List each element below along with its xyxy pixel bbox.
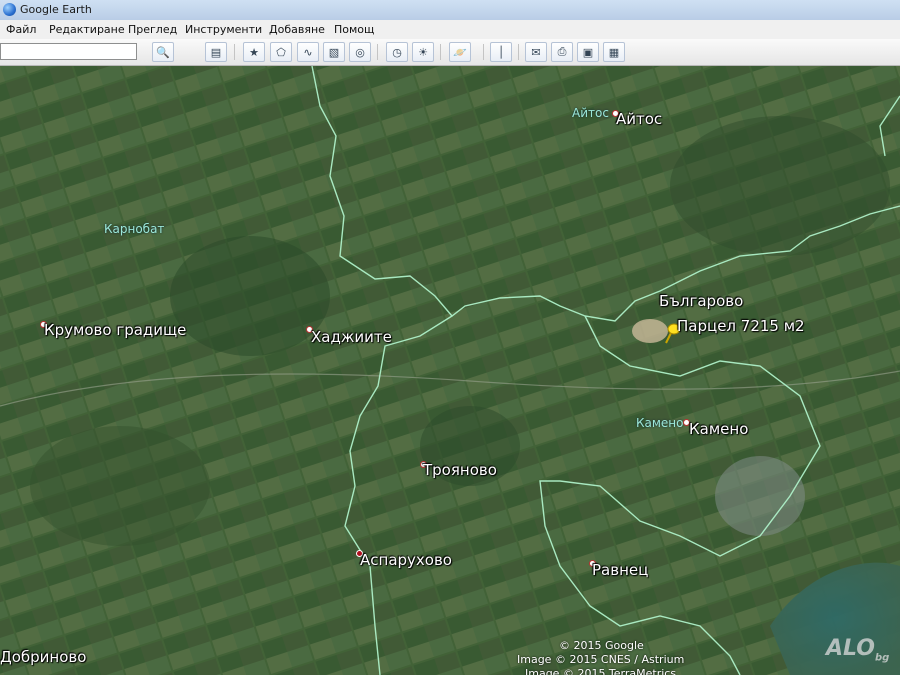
copyright-terrametrics: Image © 2015 TerraMetrics (525, 667, 677, 675)
place-label-kameno[interactable]: Камено (689, 420, 748, 438)
toolbar-divider (234, 44, 235, 60)
place-label-asparuhovo[interactable]: Аспарухово (360, 551, 452, 569)
toolbar-divider (483, 44, 484, 60)
region-label-kameno: Камено (636, 416, 684, 430)
sidebar-icon[interactable]: ▤ (205, 42, 227, 62)
map-view[interactable]: Айтос Айтос Карнобат Крумово градище Хад… (0, 66, 900, 675)
toolbar: 🔍 ▤ ★ ⬠ ∿ ▧ ◎ ◷ ☀ 🪐 │ ✉ ⎙ ▣ ▦ (0, 39, 900, 66)
search-icon[interactable]: 🔍 (152, 42, 174, 62)
sun-icon[interactable]: ☀ (412, 42, 434, 62)
copyright-google: © 2015 Google (559, 639, 644, 652)
view-in-maps-icon[interactable]: ▦ (603, 42, 625, 62)
region-label-aitos: Айтос (572, 106, 609, 120)
historical-imagery-icon[interactable]: ◷ (386, 42, 408, 62)
place-label-balgarovo[interactable]: Българово (659, 292, 743, 310)
print-icon[interactable]: ⎙ (551, 42, 573, 62)
placemark-icon[interactable]: ★ (243, 42, 265, 62)
region-label-karnobat: Карнобат (104, 222, 165, 236)
place-label-dobrinovo[interactable]: Добриново (0, 648, 86, 666)
satellite-imagery (0, 66, 900, 675)
placemark-label-parcel[interactable]: Парцел 7215 м2 (677, 317, 805, 335)
ruler-icon[interactable]: │ (490, 42, 512, 62)
place-label-troyanovo[interactable]: Трояново (423, 461, 497, 479)
google-earth-logo-icon (3, 3, 16, 16)
window-title: Google Earth (20, 3, 92, 16)
save-image-icon[interactable]: ▣ (577, 42, 599, 62)
copyright-cnes: Image © 2015 CNES / Astrium (517, 653, 685, 666)
menu-tools[interactable]: Инструменти (185, 23, 262, 36)
menu-bar: Файл Редактиране Преглед Инструменти Доб… (0, 20, 900, 40)
place-label-ravnets[interactable]: Равнец (592, 561, 648, 579)
email-icon[interactable]: ✉ (525, 42, 547, 62)
menu-view[interactable]: Преглед (128, 23, 177, 36)
toolbar-divider (440, 44, 441, 60)
place-label-hadzhiite[interactable]: Хаджиите (311, 328, 392, 346)
toolbar-divider (377, 44, 378, 60)
menu-add[interactable]: Добавяне (269, 23, 325, 36)
image-overlay-icon[interactable]: ▧ (323, 42, 345, 62)
planets-icon[interactable]: 🪐 (449, 42, 471, 62)
record-tour-icon[interactable]: ◎ (349, 42, 371, 62)
path-icon[interactable]: ∿ (297, 42, 319, 62)
place-label-krumovo-gradishte[interactable]: Крумово градище (44, 321, 186, 339)
menu-help[interactable]: Помощ (334, 23, 374, 36)
menu-file[interactable]: Файл (6, 23, 36, 36)
title-bar: Google Earth (0, 0, 900, 21)
menu-edit[interactable]: Редактиране (49, 23, 125, 36)
alo-watermark: ALObg (826, 636, 890, 664)
polygon-icon[interactable]: ⬠ (270, 42, 292, 62)
place-label-aitos[interactable]: Айтос (616, 110, 662, 128)
toolbar-divider (518, 44, 519, 60)
search-input[interactable] (0, 43, 137, 60)
